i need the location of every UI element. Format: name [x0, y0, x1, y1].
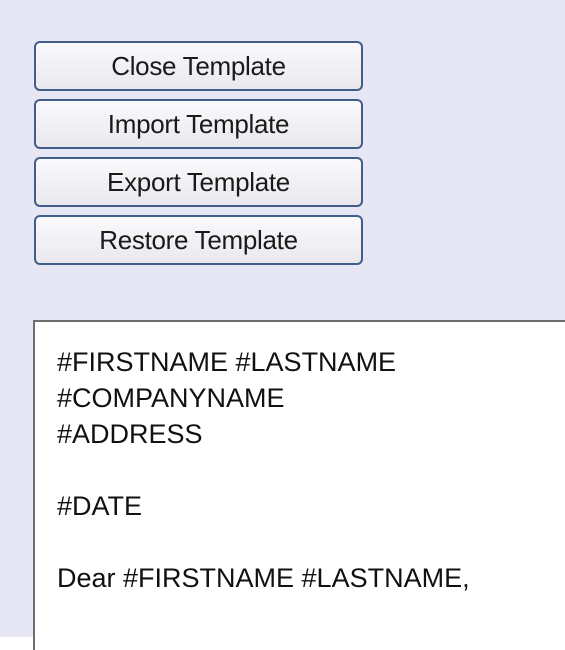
- template-button-group: Close Template Import Template Export Te…: [34, 41, 363, 273]
- export-template-button[interactable]: Export Template: [34, 157, 363, 207]
- import-template-button[interactable]: Import Template: [34, 99, 363, 149]
- template-text-editor[interactable]: #FIRSTNAME #LASTNAME #COMPANYNAME #ADDRE…: [33, 320, 565, 650]
- close-template-button[interactable]: Close Template: [34, 41, 363, 91]
- template-panel: Close Template Import Template Export Te…: [0, 0, 565, 650]
- restore-template-button[interactable]: Restore Template: [34, 215, 363, 265]
